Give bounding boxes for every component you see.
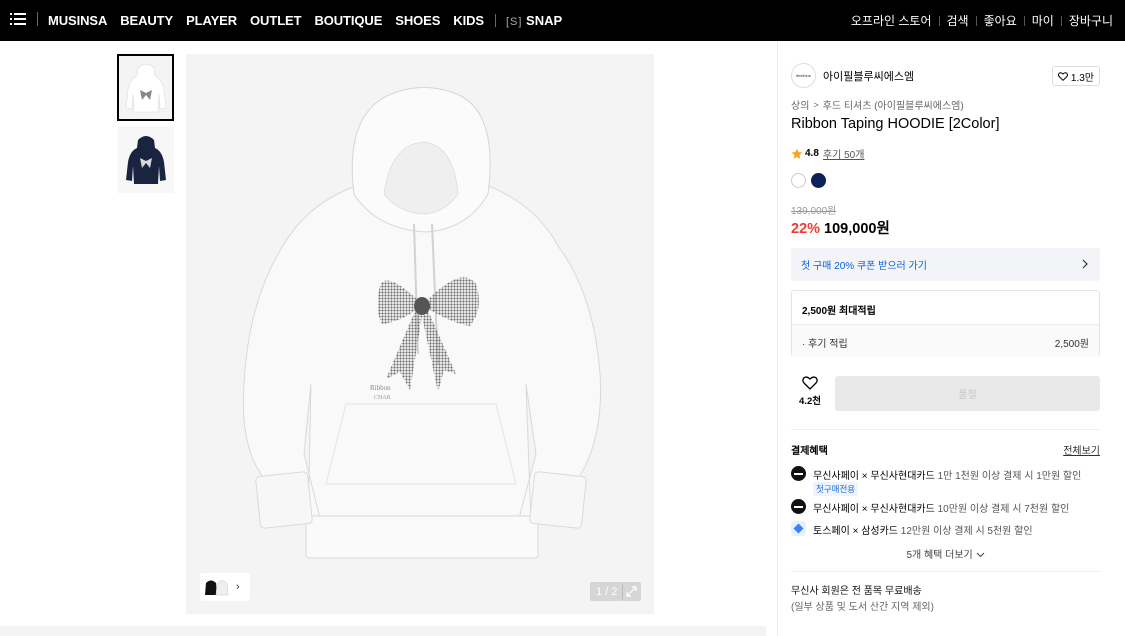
nav-divider <box>494 14 496 27</box>
chevron-right-icon <box>1082 259 1088 269</box>
nav-divider <box>37 12 38 26</box>
review-points-value: 2,500원 <box>1054 339 1089 350</box>
shipping-info: 무신사 회원은 전 품목 무료배송 <box>791 586 922 597</box>
wishlist-button[interactable]: 4.2천 <box>791 376 829 411</box>
nav-divider <box>1060 15 1062 26</box>
nav-link-boutique[interactable]: BOUTIQUE <box>314 13 382 28</box>
coupon-text: 첫 구매 20% 쿠폰 받으러 가기 <box>801 261 927 272</box>
nav-divider <box>1023 15 1025 26</box>
color-swatches <box>791 173 831 188</box>
benefit-item: 무신사페이 × 무신사현대카드 1만 1천원 이상 결제 시 1만원 할인 첫구… <box>791 465 1100 496</box>
review-count-link[interactable]: 후기 50개 <box>823 146 865 161</box>
benefit-item: 토스페이 × 삼성카드 12만원 이상 결제 시 5천원 할인 <box>791 520 1100 538</box>
original-price: 139,000원 <box>791 206 837 217</box>
nav-user-links: 오프라인 스토어 검색 좋아요 마이 장바구니 <box>851 0 1113 41</box>
benefit-desc: 10만원 이상 결제 시 7천원 할인 <box>937 504 1070 515</box>
color-swatch-white[interactable] <box>791 173 806 188</box>
brand-row: ifeelblue 아이필블루씨에스엠 1.3만 <box>791 63 1100 88</box>
chevron-right-icon: > <box>813 99 819 110</box>
color-swatch-navy[interactable] <box>811 173 826 188</box>
nav-link-musinsa[interactable]: MUSINSA <box>48 13 107 28</box>
brand-logo[interactable]: ifeelblue <box>791 63 816 88</box>
hoodie-illustration: Ribbon CHAR <box>242 86 602 559</box>
coupon-banner[interactable]: 첫 구매 20% 쿠폰 받으러 가기 <box>791 248 1100 281</box>
benefit-name: 무신사페이 × 무신사현대카드 <box>813 504 935 515</box>
snap-label: SNAP <box>526 13 563 28</box>
sale-price: 109,000원 <box>824 221 890 237</box>
chevron-right-icon: › <box>236 581 240 593</box>
top-navigation: MUSINSA BEAUTY PLAYER OUTLET BOUTIQUE SH… <box>0 0 1125 41</box>
rating: 4.8 후기 50개 <box>791 146 864 161</box>
nav-cart[interactable]: 장바구니 <box>1069 12 1113 29</box>
musinsa-pay-icon <box>791 499 806 514</box>
panel-divider <box>777 41 778 636</box>
benefit-name: 토스페이 × 삼성카드 <box>813 526 898 537</box>
nav-link-snap[interactable]: [S] SNAP <box>506 13 562 28</box>
chevron-down-icon <box>976 552 984 558</box>
divider <box>791 429 1100 430</box>
product-main-image: Ribbon CHAR › 1 / 2 <box>186 54 654 614</box>
hamburger-menu-icon[interactable] <box>10 12 26 26</box>
points-detail: · 후기 적립 2,500원 <box>792 325 1099 357</box>
print-text: Ribbon <box>370 384 391 392</box>
nav-offline-store[interactable]: 오프라인 스토어 <box>851 12 932 29</box>
benefit-text: 토스페이 × 삼성카드 12만원 이상 결제 시 5천원 할인 <box>813 522 1033 537</box>
rating-score: 4.8 <box>805 148 819 159</box>
brand-name[interactable]: 아이필블루씨에스엠 <box>823 68 914 84</box>
breadcrumb-item[interactable]: 후드 티셔츠 (아이필블루씨에스엠) <box>823 97 964 112</box>
first-purchase-badge: 첫구매전용 <box>813 482 859 496</box>
expand-icon[interactable] <box>622 582 641 601</box>
toss-pay-icon <box>791 521 806 536</box>
discount-rate: 22% <box>791 221 821 237</box>
shipping-note: (일부 상품 및 도서 산간 지역 제외) <box>791 602 934 613</box>
benefit-desc: 12만원 이상 결제 시 5천원 할인 <box>900 526 1033 537</box>
thumbnail-white-hoodie[interactable] <box>117 54 174 121</box>
divider <box>791 571 1100 572</box>
product-title: Ribbon Taping HOODIE [2Color] <box>791 116 1000 132</box>
nav-link-outlet[interactable]: OUTLET <box>250 13 302 28</box>
nav-link-beauty[interactable]: BEAUTY <box>120 13 173 28</box>
nav-my[interactable]: 마이 <box>1032 12 1054 29</box>
svg-text:CHAR: CHAR <box>374 395 391 401</box>
benefit-text: 무신사페이 × 무신사현대카드 1만 1천원 이상 결제 시 1만원 할인 <box>813 467 1081 482</box>
breadcrumb-item[interactable]: 상의 <box>791 97 809 112</box>
image-counter: 1 / 2 <box>590 582 624 601</box>
thumbnail-list <box>117 54 174 198</box>
benefit-desc: 1만 1천원 이상 결제 시 1만원 할인 <box>937 471 1082 482</box>
price-row: 22% 109,000원 <box>791 217 890 238</box>
sold-out-button[interactable]: 품절 <box>835 376 1100 411</box>
nav-store-links: MUSINSA BEAUTY PLAYER OUTLET BOUTIQUE SH… <box>48 0 562 41</box>
thumbnail-navy-hoodie[interactable] <box>117 126 174 193</box>
nav-link-player[interactable]: PLAYER <box>186 13 237 28</box>
heart-icon <box>802 376 818 390</box>
snap-prefix: [S] <box>505 16 523 28</box>
brand-like-button[interactable]: 1.3만 <box>1051 66 1100 86</box>
nav-divider <box>975 15 977 26</box>
section-divider <box>0 626 766 636</box>
more-benefits-button[interactable]: 5개 혜택 더보기 <box>791 546 1100 561</box>
nav-link-kids[interactable]: KIDS <box>453 13 484 28</box>
benefit-item: 무신사페이 × 무신사현대카드 10만원 이상 결제 시 7천원 할인 <box>791 498 1100 516</box>
benefit-name: 무신사페이 × 무신사현대카드 <box>813 471 935 482</box>
brand-like-count: 1.3만 <box>1070 72 1094 84</box>
points-header: 2,500원 최대적립 <box>802 306 876 317</box>
nav-likes[interactable]: 좋아요 <box>984 12 1017 29</box>
wishlist-count: 4.2천 <box>799 396 821 407</box>
benefit-text: 무신사페이 × 무신사현대카드 10만원 이상 결제 시 7천원 할인 <box>813 500 1069 515</box>
more-benefits-label: 5개 혜택 더보기 <box>906 550 973 561</box>
musinsa-pay-icon <box>791 466 806 481</box>
nav-divider <box>938 15 940 26</box>
review-points-label: · 후기 적립 <box>802 339 848 350</box>
points-box: 2,500원 최대적립 · 후기 적립 2,500원 <box>791 290 1100 357</box>
star-icon <box>791 148 803 159</box>
view-all-benefits-link[interactable]: 전체보기 <box>1063 442 1100 457</box>
nav-search[interactable]: 검색 <box>947 12 969 29</box>
nav-link-shoes[interactable]: SHOES <box>395 13 440 28</box>
heart-icon <box>1057 71 1068 81</box>
breadcrumb: 상의 > 후드 티셔츠 (아이필블루씨에스엠) <box>791 97 964 113</box>
payment-benefits-title: 결제혜택 <box>791 446 828 457</box>
image-thumbnail-strip[interactable]: › <box>200 573 250 601</box>
